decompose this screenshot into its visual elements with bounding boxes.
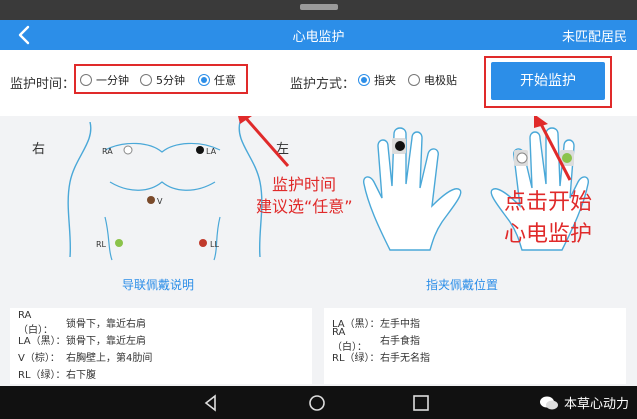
clip-notes-key: RL（绿）：	[332, 353, 380, 364]
nav-recents-icon[interactable]	[410, 392, 432, 414]
nav-back-icon[interactable]	[200, 392, 222, 414]
lead-notes-key: V（棕）：	[18, 353, 60, 364]
status-bar-notch	[300, 4, 338, 10]
lead-notes-value: 右胸壁上，第4肋间	[66, 353, 153, 364]
notes-section: RA（白）： 锁骨下，靠近右肩 LA（黑）： 锁骨下，靠近左肩 V（棕）： 右胸壁上，第4…	[0, 296, 637, 386]
time-option-1min[interactable]: 一分钟	[80, 72, 129, 88]
status-bar	[0, 0, 637, 20]
clip-notes-value: 右手食指	[380, 336, 420, 347]
wechat-icon	[539, 396, 558, 409]
watermark-text: 本草心动力	[563, 397, 629, 412]
lead-notes-row: RA（白）： 锁骨下，靠近右肩	[18, 310, 304, 336]
time-tip-line1: 监护时间	[272, 175, 337, 194]
nav-home-icon[interactable]	[306, 392, 328, 414]
clip-notes-card: LA（黑）： 左手中指 RA（白）： 右手食指 RL（绿）： 右手无名指	[324, 308, 626, 384]
mode-option-clip[interactable]: 指夹	[358, 72, 396, 88]
lead-notes-row: V（棕）： 右胸壁上，第4肋间	[18, 348, 304, 365]
time-tip-line2: 建议选“任意”	[256, 197, 353, 216]
monitor-time-label: 监护时间：	[10, 77, 76, 92]
mode-option-electrode[interactable]: 电极贴	[408, 72, 457, 88]
screen: 心电监护 未匹配居民 监护时间： 一分钟 5分钟 任意 监护方式： 指夹 电极贴…	[0, 0, 637, 419]
lead-notes-card: RA（白）： 锁骨下，靠近右肩 LA（黑）： 锁骨下，靠近左肩 V（棕）： 右胸壁上，第4…	[10, 308, 312, 384]
start-tip-line2: 心电监护	[504, 222, 593, 247]
radio-selected-icon	[358, 74, 370, 86]
lead-notes-key: RL（绿）：	[18, 370, 66, 381]
lead-notes-value: 锁骨下，靠近右肩	[66, 319, 146, 330]
page-title: 心电监护	[292, 30, 345, 45]
time-option-label: 5分钟	[156, 74, 185, 87]
lead-notes-row: LA（黑）： 锁骨下，靠近左肩	[18, 331, 304, 348]
watermark: 本草心动力	[539, 386, 629, 419]
resident-match-link[interactable]: 未匹配居民	[562, 26, 627, 45]
monitor-mode-label: 监护方式：	[290, 77, 356, 92]
clip-caption: 指夹佩戴位置	[426, 278, 499, 292]
lead-notes-value: 锁骨下，靠近左肩	[66, 336, 146, 347]
time-option-label: 任意	[214, 74, 236, 87]
radio-icon	[408, 74, 420, 86]
control-row: 监护时间： 一分钟 5分钟 任意 监护方式： 指夹 电极贴 开始监护	[0, 50, 637, 116]
radio-icon	[140, 74, 152, 86]
radio-selected-icon	[198, 74, 210, 86]
lead-notes-row: RL（绿）： 右下腹	[18, 365, 304, 382]
app-bar: 心电监护 未匹配居民	[0, 20, 637, 50]
mode-option-label: 电极贴	[424, 74, 457, 87]
time-option-5min[interactable]: 5分钟	[140, 72, 185, 88]
leads-caption: 导联佩戴说明	[122, 278, 195, 292]
clip-notes-row: RL（绿）： 右手无名指	[332, 348, 618, 365]
time-option-any[interactable]: 任意	[198, 72, 236, 88]
radio-icon	[80, 74, 92, 86]
lead-notes-key: LA（黑）：	[18, 336, 66, 347]
start-monitoring-button[interactable]: 开始监护	[491, 62, 605, 100]
mode-option-label: 指夹	[374, 74, 396, 87]
lead-diagram-area: 右 左 RA LA V RL LL 监护时间 建议选“任意” 点击开始 心电监护…	[0, 116, 637, 296]
lead-notes-value: 右下腹	[66, 370, 96, 381]
clip-notes-value: 右手无名指	[380, 353, 430, 364]
clip-notes-row: RA（白）： 右手食指	[332, 327, 618, 353]
start-tip-line1: 点击开始	[504, 190, 593, 215]
clip-notes-value: 左手中指	[380, 319, 420, 330]
time-option-label: 一分钟	[96, 74, 129, 87]
